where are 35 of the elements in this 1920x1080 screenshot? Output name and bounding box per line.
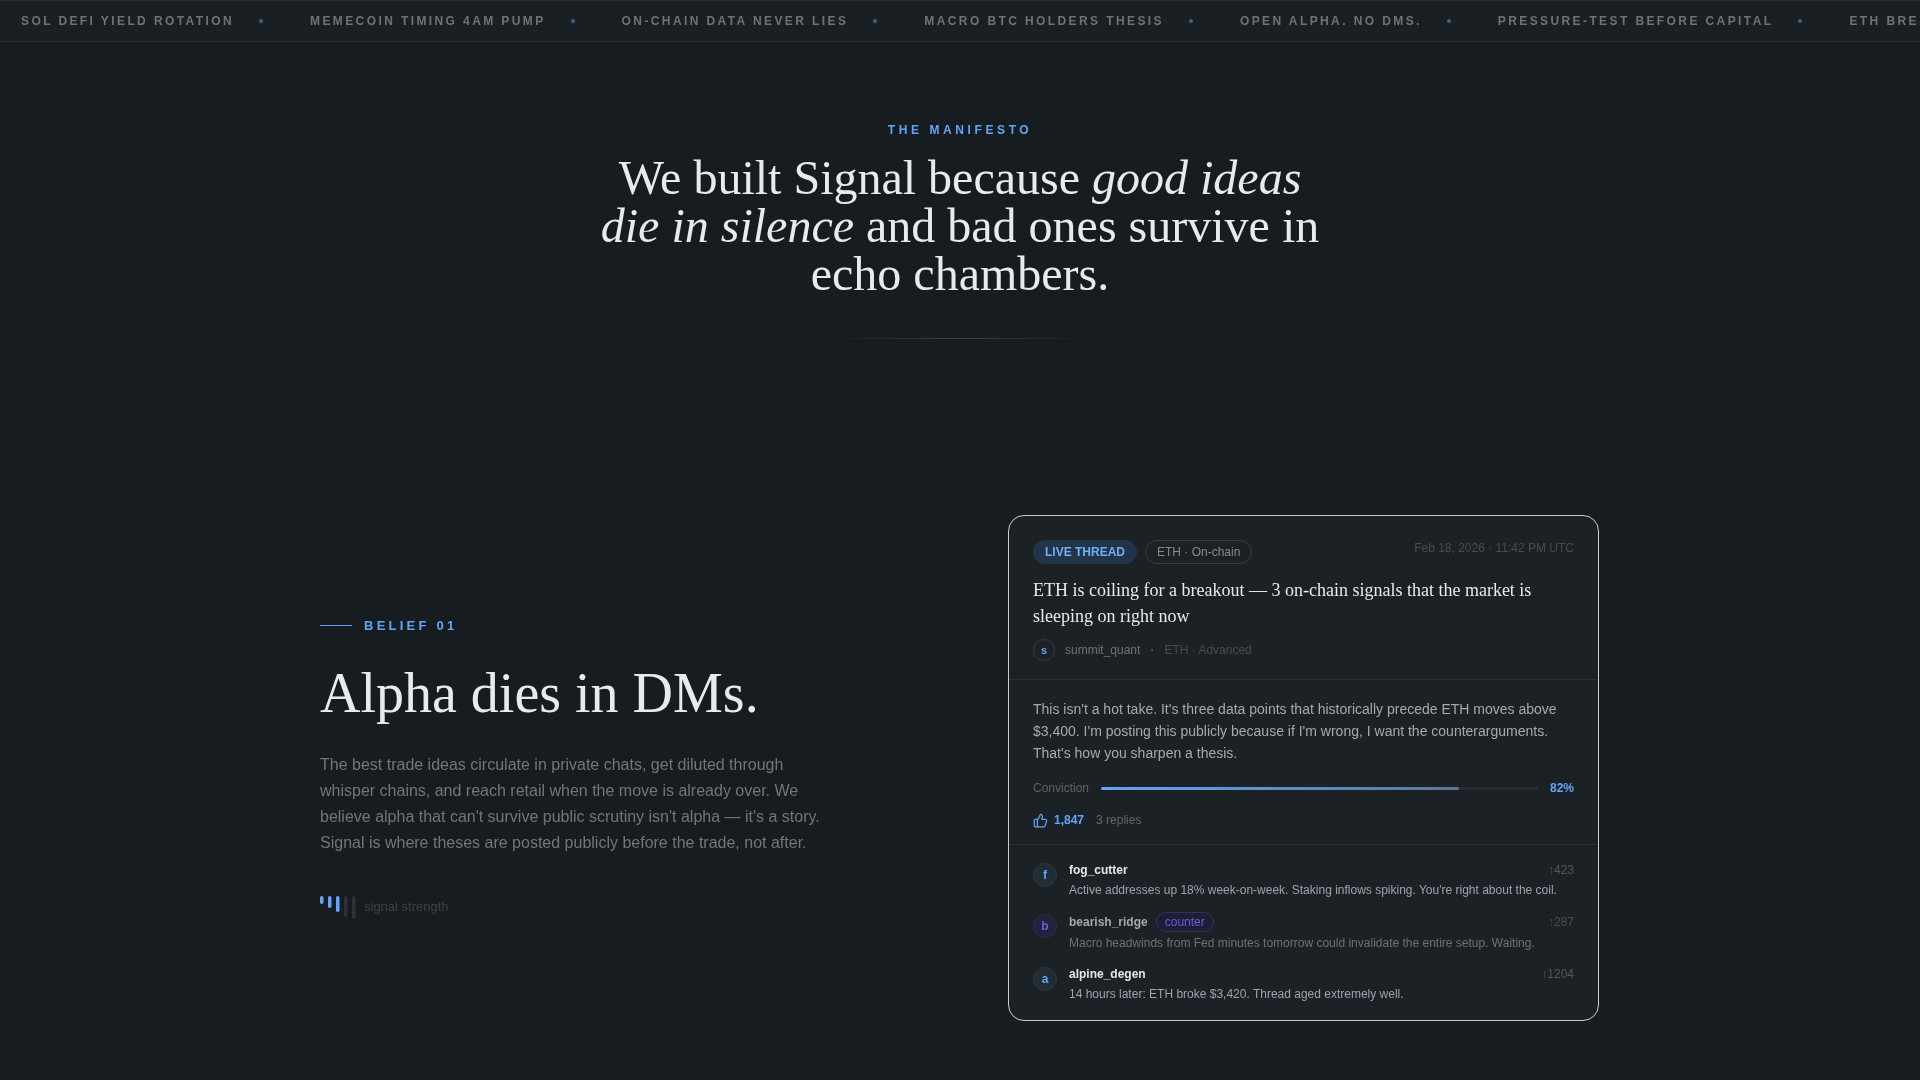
- reply-text: 14 hours later: ETH broke $3,420. Thread aged extremely well.: [1069, 986, 1405, 1003]
- ticker-item: ON-CHAIN DATA NEVER LIES: [621, 13, 849, 30]
- reply-avatar: b: [1033, 914, 1057, 938]
- reply-count: 3 replies: [1096, 812, 1142, 828]
- manifesto-headline: We built Signal because good ideas die in silence and bad ones survive in echo chambers.: [599, 154, 1321, 298]
- reply-author: bearish_ridge: [1069, 914, 1148, 931]
- manifesto-eyebrow: THE MANIFESTO: [887, 122, 1033, 138]
- ticker-item: SOL DEFI YIELD ROTATION: [21, 13, 234, 30]
- ticker-item: ETH BRE: [1849, 13, 1919, 30]
- reply-author: alpine_degen: [1069, 966, 1146, 983]
- ticker-item: OPEN ALPHA. NO DMS.: [1239, 13, 1422, 30]
- thumbs-up-icon: [1033, 812, 1048, 828]
- reply-avatar: f: [1033, 863, 1057, 887]
- conviction-value: 82%: [1549, 780, 1574, 796]
- belief-title: Alpha dies in DMs.: [320, 661, 760, 724]
- belief-paragraph: The best trade ideas circulate in private chats, get diluted through whisper chains, and reach retail when the move is already over. We believe alpha that can't survive public scrutiny isn't alpha — it's a story. Signal is where theses are posted publicly before the trade, not after.: [320, 754, 821, 853]
- thread-body: This isn't a hot take. It's three data points that historically precede ETH moves above $3,400. I'm posting this publicly because if I'm wrong, I want the counterarguments. That's how you sharpen a thesis.: [1033, 700, 1558, 763]
- belief-eyebrow: BELIEF 01: [364, 617, 458, 634]
- reply-text: Macro headwinds from Fed minutes tomorrow could invalidate the entire setup. Waiting.: [1069, 935, 1536, 952]
- ticker-item: MEMECOIN TIMING 4AM PUMP: [310, 13, 546, 30]
- ticker-item: PRESSURE-TEST BEFORE CAPITAL: [1497, 13, 1774, 30]
- conviction-label: Conviction: [1033, 780, 1090, 796]
- reply-votes: ↑1204: [1541, 966, 1574, 983]
- counter-tag: counter: [1155, 912, 1214, 932]
- ticker-item: MACRO BTC HOLDERS THESIS: [924, 13, 1164, 30]
- thread-title: ETH is coiling for a breakout — 3 on-chain signals that the market is sleeping on right now: [1033, 579, 1533, 628]
- meta-separator: ·: [1150, 642, 1155, 659]
- like-button[interactable]: 1,847: [1033, 812, 1085, 828]
- reply-avatar: a: [1033, 967, 1057, 991]
- author-name: summit_quant: [1065, 642, 1141, 659]
- signal-strength-icon: [320, 895, 356, 919]
- reply-author: fog_cutter: [1069, 862, 1128, 879]
- reply-text: Active addresses up 18% week-on-week. Staking inflows spiking. You're right about the coil.: [1069, 882, 1558, 899]
- live-thread-badge: LIVE THREAD: [1033, 540, 1137, 564]
- reply-votes: ↑423: [1547, 862, 1574, 879]
